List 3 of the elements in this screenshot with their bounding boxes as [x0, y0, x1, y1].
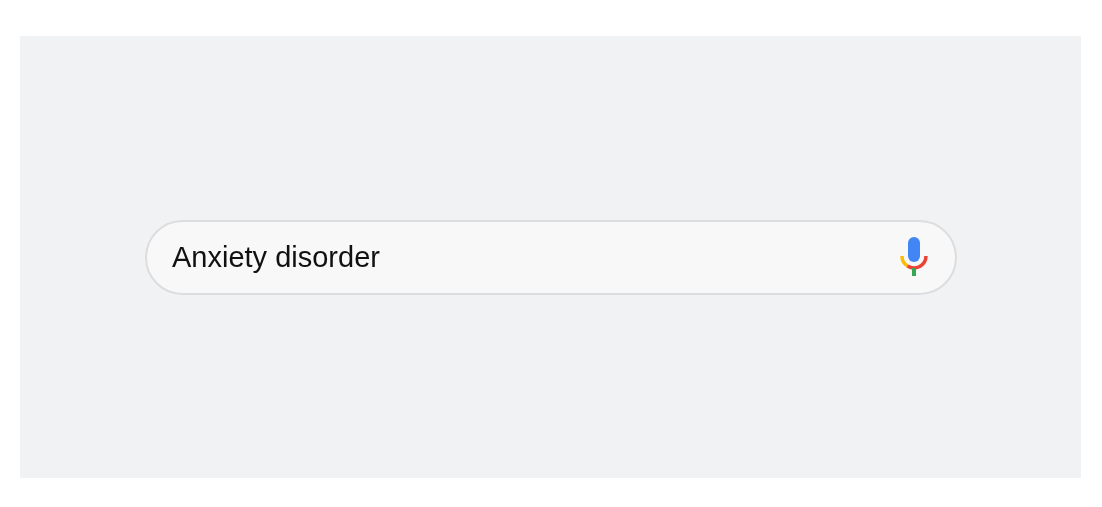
microphone-icon[interactable] — [899, 237, 929, 277]
search-query: Anxiety disorder — [172, 240, 381, 274]
search-field[interactable]: Anxiety disorder — [145, 219, 957, 295]
